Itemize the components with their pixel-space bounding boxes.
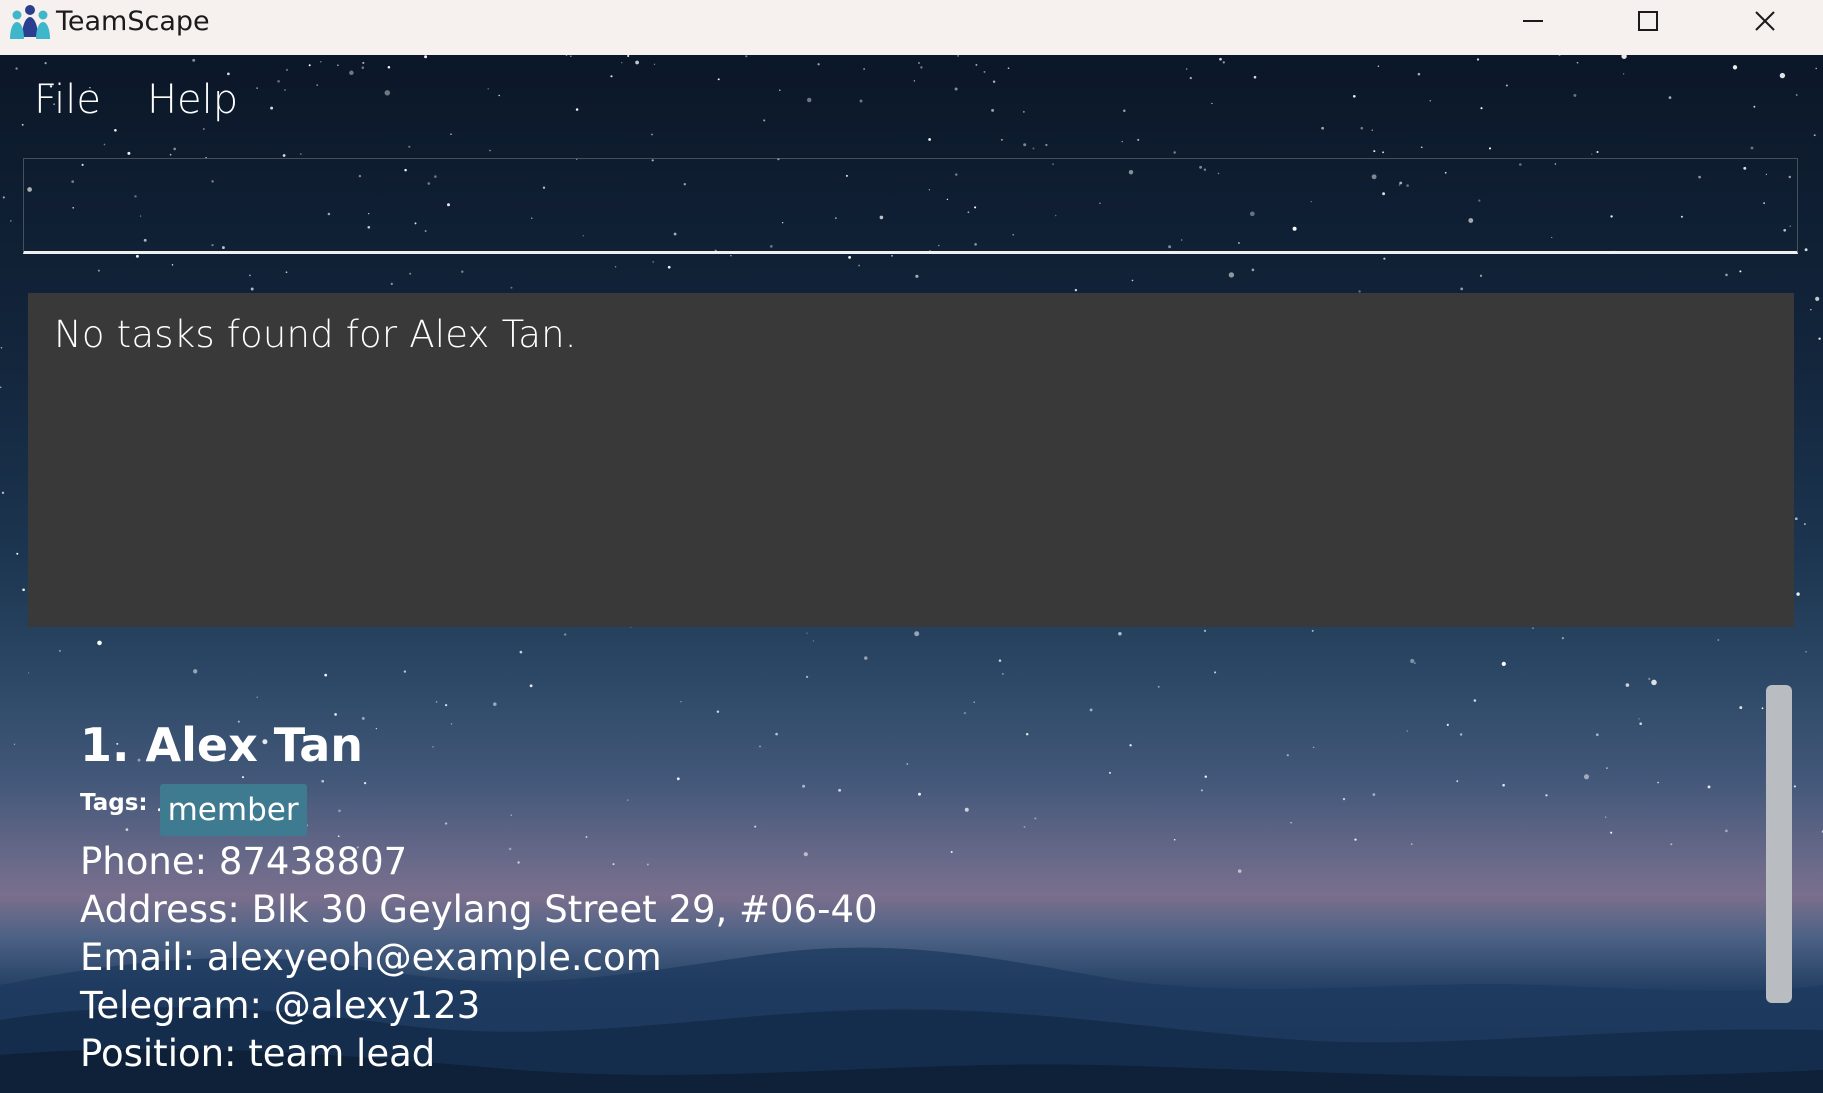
person-position: Position: team lead	[80, 1032, 436, 1075]
command-input[interactable]	[24, 159, 1797, 251]
person-card[interactable]: 1. Alex Tan Tags: member Phone: 87438807…	[80, 710, 1740, 1078]
minimize-icon	[1523, 20, 1543, 22]
result-message: No tasks found for Alex Tan.	[54, 313, 577, 356]
menu-bar: File Help	[20, 70, 270, 130]
tags-row: Tags: member	[80, 782, 1740, 838]
close-icon	[1755, 11, 1775, 31]
maximize-icon	[1638, 11, 1658, 31]
title-bar: TeamScape	[0, 0, 1823, 55]
menu-file[interactable]: File	[20, 70, 115, 130]
menu-help[interactable]: Help	[133, 70, 252, 130]
window-title: TeamScape	[56, 6, 210, 37]
app-window: TeamScape File Help No tasks found for A…	[0, 0, 1823, 1093]
person-telegram: Telegram: @alexy123	[80, 984, 481, 1027]
person-phone: Phone: 87438807	[80, 840, 408, 883]
result-display: No tasks found for Alex Tan.	[28, 293, 1794, 627]
minimize-button[interactable]	[1478, 0, 1588, 42]
teamscape-logo-icon	[10, 5, 50, 39]
tags-label: Tags:	[80, 790, 148, 816]
close-button[interactable]	[1710, 0, 1820, 42]
tag-badge: member	[159, 784, 307, 836]
maximize-button[interactable]	[1593, 0, 1703, 42]
person-list-scrollbar[interactable]	[1766, 685, 1792, 1003]
person-name: 1. Alex Tan	[80, 718, 363, 772]
person-address: Address: Blk 30 Geylang Street 29, #06-4…	[80, 888, 878, 931]
command-box	[23, 158, 1798, 254]
person-email: Email: alexyeoh@example.com	[80, 936, 662, 979]
